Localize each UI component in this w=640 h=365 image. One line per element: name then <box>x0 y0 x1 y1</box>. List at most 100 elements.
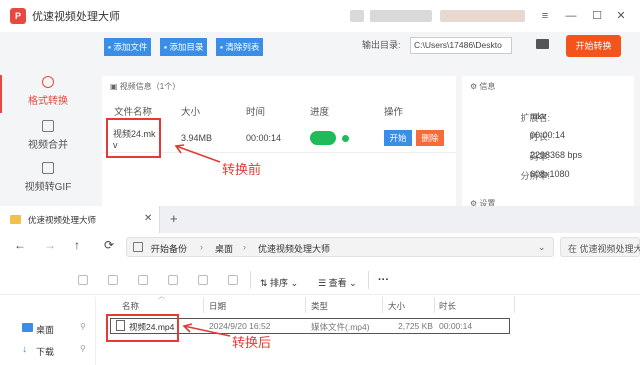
file-row-type: 媒体文件(.mp4) <box>311 322 370 332</box>
col-header-progress: 进度 <box>310 107 330 118</box>
col-header-size[interactable]: 大小 <box>388 300 405 312</box>
add-dir-button[interactable]: ▪ 添加目录 <box>160 38 208 56</box>
explorer-tab[interactable]: 优速视频处理大师 ✕ <box>0 206 160 233</box>
sort-up-icon: ︿ <box>158 293 165 300</box>
address-dropdown-icon[interactable]: ⌄ <box>538 242 546 253</box>
clear-list-label: 清除列表 <box>225 42 260 52</box>
breadcrumb-item[interactable]: 优速视频处理大师 <box>258 242 330 255</box>
explorer-tab-title: 优速视频处理大师 <box>28 215 97 225</box>
col-header-duration[interactable]: 时长 <box>439 300 456 312</box>
breadcrumb-item[interactable]: 桌面 <box>215 242 233 255</box>
app-logo-icon: P <box>10 8 26 24</box>
add-dir-label: 添加目录 <box>169 42 204 52</box>
search-placeholder: 在 优速视频处理大 <box>568 244 640 254</box>
arrow-before-icon <box>174 144 221 163</box>
col-header-action: 操作 <box>384 107 404 118</box>
col-divider <box>514 297 515 313</box>
video-info-header: ▣ 视频信息（1个） <box>110 82 181 91</box>
highlight-box-before <box>106 118 161 158</box>
sidebar-item-label: 格式转换 <box>28 96 68 107</box>
start-convert-button[interactable]: 开始转换 <box>566 35 621 57</box>
copy-icon[interactable] <box>108 275 118 285</box>
tab-close-icon[interactable]: ✕ <box>144 213 152 224</box>
cut-icon[interactable] <box>78 275 88 285</box>
sort-label: 排序 <box>270 278 289 288</box>
col-header-type[interactable]: 类型 <box>311 300 328 312</box>
maximize-button[interactable]: ☐ <box>588 7 606 25</box>
convert-icon <box>42 76 54 88</box>
col-header-name: 文件名称 <box>114 107 153 118</box>
menu-icon[interactable]: ≡ <box>536 7 554 25</box>
blurred-user-info <box>440 10 525 22</box>
file-row-duration: 00:00:14 <box>439 321 473 331</box>
share-icon[interactable] <box>198 275 208 285</box>
back-button[interactable]: ← <box>14 238 26 252</box>
forward-button[interactable]: → <box>44 238 56 252</box>
view-button[interactable]: ☰ 查看 ⌄ <box>318 276 357 289</box>
annotation-after: 转换后 <box>232 335 272 350</box>
col-header-size: 大小 <box>181 107 201 118</box>
active-indicator <box>0 75 2 113</box>
highlight-box-after <box>106 314 179 342</box>
info-val-bitrate: 2298368 bps <box>530 150 583 160</box>
annotation-before: 转换前 <box>222 162 262 177</box>
close-button[interactable]: ✕ <box>612 7 630 25</box>
progress-toggle[interactable] <box>310 131 336 145</box>
col-divider <box>434 297 435 313</box>
info-val-duration: 00:00:14 <box>530 130 566 140</box>
sidebar-item-video-merge[interactable]: 视频合并 <box>0 120 96 151</box>
col-header-name[interactable]: 名称 <box>122 300 139 312</box>
monitor-icon <box>133 242 143 252</box>
add-file-label: 添加文件 <box>113 42 148 52</box>
gif-icon <box>42 162 54 174</box>
sidebar-item-video-gif[interactable]: 视频转GIF <box>0 162 96 193</box>
section-title: 视频信息（1个） <box>119 82 181 91</box>
breadcrumb-sep-icon: › <box>243 242 246 252</box>
cmd-divider <box>368 271 369 289</box>
breadcrumb-item[interactable]: 开始备份 <box>151 242 187 255</box>
merge-icon <box>42 120 54 132</box>
cmd-divider <box>250 271 251 289</box>
address-bar[interactable] <box>126 237 554 257</box>
add-file-button[interactable]: ▪ 添加文件 <box>104 38 152 56</box>
minimize-button[interactable]: — <box>562 7 580 25</box>
folder-tab-icon <box>10 215 21 224</box>
refresh-button[interactable]: ⟳ <box>104 238 114 252</box>
pin-icon[interactable]: ⚲ <box>80 322 86 331</box>
clear-list-button[interactable]: ▪ 清除列表 <box>216 38 264 56</box>
col-divider <box>305 297 306 313</box>
blurred-avatar <box>350 10 364 22</box>
file-row-size: 2,725 KB <box>398 321 433 331</box>
sidebar-item-label: 视频合并 <box>28 140 68 151</box>
delete-icon[interactable] <box>228 275 238 285</box>
new-tab-button[interactable]: + <box>170 211 178 226</box>
info-val-ext: mkv <box>530 111 547 121</box>
row-start-button[interactable]: 开始 <box>384 130 412 146</box>
output-dir-field[interactable]: C:\Users\17486\Deskto <box>410 37 512 54</box>
sidebar-item-format-convert[interactable]: 格式转换 <box>0 76 96 107</box>
nav-item-desktop[interactable]: 桌面 <box>36 323 54 336</box>
col-header-time: 时间 <box>246 107 266 118</box>
col-divider <box>203 297 204 313</box>
sort-button[interactable]: ⇅ 排序 ⌄ <box>260 276 298 289</box>
info-val-resolution: 608x1080 <box>530 169 570 179</box>
col-header-date[interactable]: 日期 <box>209 300 226 312</box>
breadcrumb-sep-icon: › <box>200 242 203 252</box>
file-time: 00:00:14 <box>246 133 282 143</box>
paste-icon[interactable] <box>138 275 148 285</box>
folder-icon[interactable] <box>536 39 549 49</box>
info-header: ⚙ 信息 <box>470 82 496 91</box>
sidebar-item-label: 视频转GIF <box>24 182 72 193</box>
rename-icon[interactable] <box>168 275 178 285</box>
app-title: 优速视频处理大师 <box>32 11 120 23</box>
pin-icon[interactable]: ⚲ <box>80 344 86 353</box>
arrow-after-icon <box>182 323 231 337</box>
nav-item-downloads[interactable]: 下载 <box>36 345 54 358</box>
up-button[interactable]: ↑ <box>74 238 80 252</box>
search-box[interactable]: 在 优速视频处理大 <box>560 237 640 257</box>
more-button[interactable]: ··· <box>378 274 389 286</box>
blurred-user-info <box>370 10 432 22</box>
desktop-icon <box>22 323 33 332</box>
progress-dot-icon <box>342 135 349 142</box>
row-delete-button[interactable]: 删除 <box>416 130 444 146</box>
